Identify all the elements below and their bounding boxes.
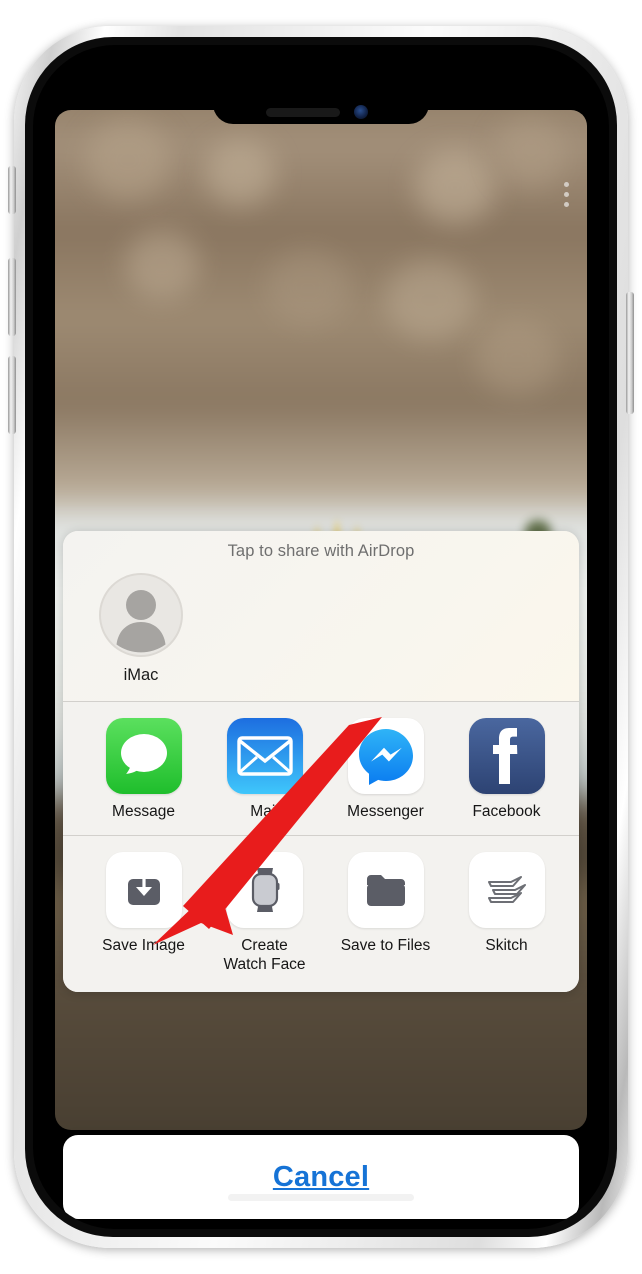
person-avatar-icon [99, 573, 183, 657]
bokeh-spot [85, 120, 171, 200]
action-save-image[interactable]: Save Image [83, 852, 204, 955]
bokeh-spot [475, 320, 559, 396]
bokeh-spot [415, 150, 495, 224]
action-create-watch-face[interactable]: Create Watch Face [204, 852, 325, 974]
share-app-message[interactable]: Message [83, 718, 204, 821]
messenger-icon [347, 718, 424, 794]
airdrop-target-imac[interactable]: iMac [89, 573, 193, 685]
share-sheet: Tap to share with AirDrop iMac Message M… [63, 531, 579, 992]
messages-icon [105, 718, 182, 794]
share-app-label: Messenger [347, 803, 424, 820]
front-camera-icon [354, 105, 368, 119]
power-button[interactable] [626, 292, 634, 414]
folder-icon [347, 852, 424, 929]
bokeh-spot [205, 140, 275, 206]
action-skitch[interactable]: Skitch [446, 852, 567, 955]
share-app-mail[interactable]: Mail [204, 718, 325, 821]
skitch-leaf-icon [468, 852, 545, 929]
kebab-menu-icon[interactable] [560, 178, 573, 211]
action-more[interactable] [567, 852, 579, 937]
share-app-label: Message [112, 803, 175, 820]
home-indicator[interactable] [228, 1194, 414, 1201]
app-share-row[interactable]: Message Mail Messenger Facebook [63, 702, 579, 836]
share-app-label: Mail [250, 803, 279, 820]
airdrop-title: Tap to share with AirDrop [227, 542, 415, 560]
share-app-messenger[interactable]: Messenger [325, 718, 446, 821]
action-label: Save Image [102, 937, 185, 955]
action-row[interactable]: Save Image Create Watch Face Save to Fil… [63, 836, 579, 992]
bokeh-spot [265, 250, 351, 326]
notch [213, 90, 429, 124]
facebook-icon [468, 718, 545, 794]
volume-down-button[interactable] [8, 356, 16, 434]
cancel-button[interactable]: Cancel [63, 1135, 579, 1219]
cancel-label: Cancel [272, 1160, 370, 1193]
screenshot-stage: Tap to share with AirDrop iMac Message M… [0, 0, 642, 1274]
airdrop-target-label: iMac [123, 666, 159, 684]
bokeh-spot [385, 260, 475, 340]
airdrop-section: Tap to share with AirDrop iMac [63, 531, 579, 701]
mute-switch-button[interactable] [8, 166, 16, 214]
action-label: Save to Files [340, 937, 431, 955]
phone-screen: Tap to share with AirDrop iMac Message M… [33, 45, 609, 1229]
share-app-facebook[interactable]: Facebook [446, 718, 567, 821]
bokeh-spot [75, 340, 155, 412]
bokeh-spot [125, 230, 199, 300]
save-image-icon [105, 852, 182, 929]
apple-watch-icon [226, 852, 303, 929]
mail-icon [226, 718, 303, 794]
volume-up-button[interactable] [8, 258, 16, 336]
share-app-label: Facebook [472, 803, 541, 820]
share-app-instagram[interactable]: I [567, 718, 579, 821]
action-save-to-files[interactable]: Save to Files [325, 852, 446, 955]
action-label: Create Watch Face [223, 937, 306, 973]
earpiece-speaker-icon [266, 108, 340, 117]
bokeh-spot [495, 118, 567, 188]
action-label: Skitch [485, 937, 528, 955]
